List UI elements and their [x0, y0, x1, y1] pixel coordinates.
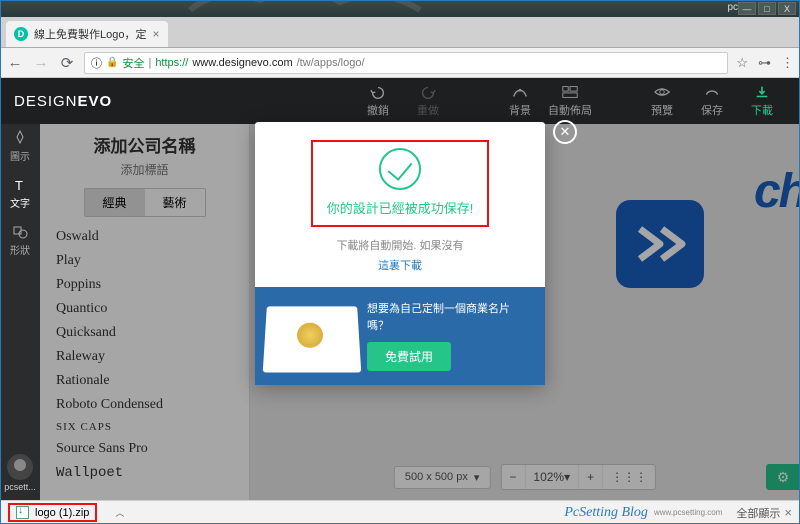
modal-close-button[interactable]: ✕ — [553, 120, 577, 144]
success-check-icon — [379, 148, 421, 190]
left-sidebar: 圖示 T文字 形狀 pcsett... — [0, 124, 40, 500]
show-all-downloads[interactable]: 全部顯示 — [736, 505, 780, 521]
browser-menu-icon[interactable]: ⋮ — [781, 61, 794, 65]
os-user: pc — [727, 2, 738, 13]
preview-button[interactable]: 預覽 — [638, 84, 686, 118]
os-minimize-button[interactable]: — — [738, 2, 756, 15]
watermark-url: www.pcsetting.com — [654, 508, 722, 517]
promo-text: 想要為自己定制一個商業名片嗎？ — [367, 301, 531, 334]
save-button[interactable]: 保存 — [688, 84, 736, 118]
background-button[interactable]: 背景 — [496, 84, 544, 118]
url-host: www.designevo.com — [192, 57, 292, 69]
success-message: 你的設計已經被成功保存! — [327, 198, 474, 217]
download-link[interactable]: 這裏下載 — [271, 257, 529, 273]
username-label: pcsett... — [4, 482, 36, 492]
download-hint: 下載將自動開始. 如果沒有 — [271, 237, 529, 253]
download-file-icon — [16, 506, 29, 519]
nav-reload-button[interactable]: ⟳ — [58, 54, 76, 72]
nav-forward-button[interactable]: → — [32, 54, 50, 72]
address-bar[interactable]: ⓘ 🔒 安全 | https://www.designevo.com/tw/ap… — [84, 52, 728, 74]
save-success-modal: ✕ 你的設計已經被成功保存! 下載將自動開始. 如果沒有 這裏下載 想要為自己定… — [255, 122, 545, 385]
browser-toolbar: ← → ⟳ ⓘ 🔒 安全 | https://www.designevo.com… — [0, 48, 800, 78]
free-trial-button[interactable]: 免費試用 — [367, 342, 451, 371]
watermark-text: PcSetting Blog — [564, 505, 648, 521]
redo-button[interactable]: 重做 — [404, 84, 452, 118]
os-close-button[interactable]: X — [778, 2, 796, 15]
svg-text:T: T — [15, 178, 23, 193]
sidebar-item-shapes[interactable]: 形狀 — [10, 224, 30, 257]
download-shelf: logo (1).zip ︿ PcSetting Blog www.pcsett… — [0, 500, 800, 524]
lock-icon: 🔒 — [106, 57, 118, 68]
tab-close-icon[interactable]: × — [152, 27, 159, 41]
tab-favicon: D — [14, 27, 28, 41]
autolayout-button[interactable]: 自動佈局 — [546, 84, 594, 118]
shelf-close-button[interactable]: × — [784, 505, 792, 520]
url-path: /tw/apps/logo/ — [297, 57, 365, 69]
brand-logo[interactable]: DESIGNEVO — [14, 93, 112, 110]
download-item[interactable]: logo (1).zip — [8, 503, 97, 522]
browser-tab[interactable]: D 線上免費製作Logo，定 × — [6, 21, 168, 47]
download-button[interactable]: 下載 — [738, 84, 786, 118]
password-key-icon[interactable]: ⊶ — [758, 55, 771, 71]
bookmark-star-icon[interactable]: ☆ — [736, 55, 748, 71]
os-maximize-button[interactable]: □ — [758, 2, 776, 15]
download-filename: logo (1).zip — [35, 507, 89, 519]
modal-promo: 想要為自己定制一個商業名片嗎？ 免費試用 — [255, 287, 545, 385]
os-titlebar: pc — □ X — [0, 0, 800, 17]
user-avatar[interactable] — [7, 454, 33, 480]
tab-title: 線上免費製作Logo，定 — [34, 26, 146, 42]
sidebar-item-text[interactable]: T文字 — [10, 177, 30, 210]
app-header: DESIGNEVO 撤銷 重做 背景 自動佈局 預覽 保存 下載 — [0, 78, 800, 124]
nav-back-button[interactable]: ← — [6, 54, 24, 72]
highlight-box: 你的設計已經被成功保存! — [311, 140, 490, 227]
sidebar-item-icons[interactable]: 圖示 — [10, 130, 30, 163]
download-item-menu[interactable]: ︿ — [115, 506, 124, 519]
url-scheme: https:// — [155, 57, 188, 69]
secure-label: 安全 — [122, 55, 144, 71]
business-card-image — [267, 310, 356, 364]
browser-tab-strip: D 線上免費製作Logo，定 × — [0, 17, 800, 48]
info-icon[interactable]: ⓘ — [91, 55, 102, 71]
undo-button[interactable]: 撤銷 — [354, 84, 402, 118]
